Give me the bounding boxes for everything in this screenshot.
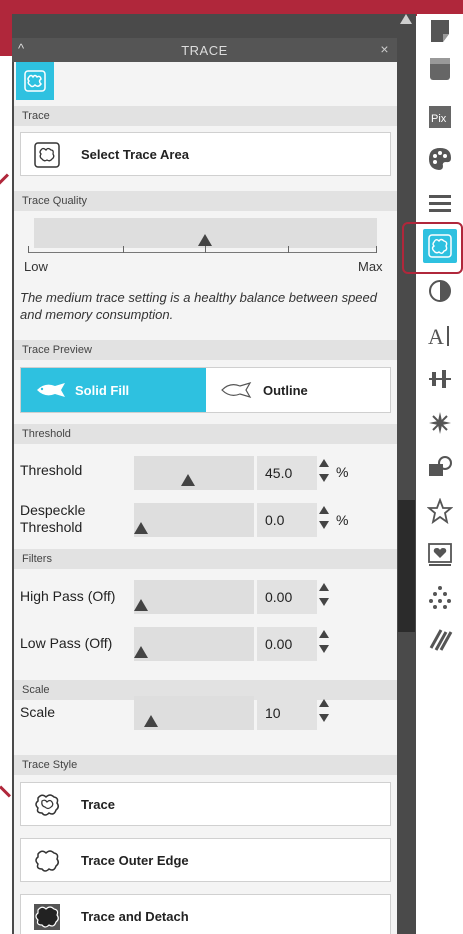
threshold-spinner[interactable] [319, 459, 331, 487]
lines-icon[interactable] [423, 186, 457, 220]
despeckle-input[interactable]: 0.0 [257, 503, 317, 537]
quality-slider-thumb[interactable] [198, 234, 212, 246]
ruler-tick [288, 246, 289, 253]
fish-filled-icon [37, 383, 65, 397]
trace-panel: ^ TRACE × Trace Select Trace Area Trace … [12, 14, 416, 934]
ruler-tick [123, 246, 124, 253]
shadow-icon[interactable] [423, 52, 457, 86]
low-pass-spinner[interactable] [319, 630, 331, 658]
preview-toggle: Solid Fill Outline [20, 367, 391, 413]
svg-text:Pix: Pix [431, 113, 447, 125]
trace-outer-edge-label: Trace Outer Edge [81, 853, 189, 868]
high-pass-slider-thumb[interactable] [134, 599, 148, 611]
scale-spinner[interactable] [319, 699, 331, 727]
fish-outline-icon [221, 382, 252, 398]
section-trace-quality: Trace Quality [14, 191, 397, 211]
scale-slider-thumb[interactable] [144, 715, 158, 727]
quality-low-label: Low [24, 259, 48, 274]
despeckle-slider-thumb[interactable] [134, 522, 148, 534]
dots-icon[interactable] [423, 580, 457, 614]
trace-style-label: Trace [81, 797, 115, 812]
threshold-unit: % [336, 464, 349, 480]
text-icon[interactable]: A [423, 318, 457, 352]
align-icon[interactable] [423, 362, 457, 396]
trace-style-button[interactable]: Trace [20, 782, 391, 826]
section-filters: Filters [14, 549, 397, 569]
ruler-tick [28, 246, 29, 253]
panel-title: TRACE [181, 43, 228, 58]
threshold-label: Threshold [20, 462, 83, 478]
high-pass-label: High Pass (Off) [20, 588, 116, 604]
contrast-icon[interactable] [423, 274, 457, 308]
trace-tab-icon[interactable] [16, 62, 54, 100]
despeckle-label: Despeckle Threshold [20, 502, 86, 535]
section-trace-style: Trace Style [14, 755, 397, 775]
section-trace-preview: Trace Preview [14, 340, 397, 360]
quality-ruler [28, 252, 377, 253]
trace-and-detach-icon [34, 904, 60, 930]
select-trace-area-label: Select Trace Area [81, 147, 189, 162]
trace-outer-edge-button[interactable]: Trace Outer Edge [20, 838, 391, 882]
svg-text:A: A [428, 324, 444, 348]
high-pass-spinner[interactable] [319, 583, 331, 611]
outline-label: Outline [263, 383, 308, 398]
transform-icon[interactable] [423, 450, 457, 484]
select-area-icon [34, 142, 60, 168]
low-pass-label: Low Pass (Off) [20, 635, 113, 651]
right-toolbar: Pix A [417, 14, 463, 934]
high-pass-slider-track[interactable] [134, 580, 254, 614]
scale-label: Scale [20, 704, 56, 720]
section-threshold: Threshold [14, 424, 397, 444]
page-icon[interactable] [423, 14, 457, 48]
frame-accent-left [0, 16, 12, 56]
solid-fill-button[interactable]: Solid Fill [21, 368, 206, 412]
trace-style-icon [35, 794, 60, 816]
ruler-tick [205, 246, 206, 253]
quality-description: The medium trace setting is a healthy ba… [20, 290, 377, 322]
trace-tool-highlight [402, 222, 463, 274]
scale-input[interactable]: 10 [257, 696, 317, 730]
threshold-input[interactable]: 45.0 [257, 456, 317, 490]
scrollbar[interactable] [397, 14, 416, 934]
star-icon[interactable] [423, 494, 457, 528]
pix-icon[interactable]: Pix [423, 100, 457, 134]
panel-top-strip [12, 14, 416, 38]
threshold-slider-thumb[interactable] [181, 474, 195, 486]
despeckle-slider-track[interactable] [134, 503, 254, 537]
palette-icon[interactable] [423, 142, 457, 176]
scroll-up-icon[interactable] [400, 14, 412, 24]
outline-button[interactable]: Outline [206, 368, 390, 412]
trace-and-detach-button[interactable]: Trace and Detach [20, 894, 391, 934]
despeckle-spinner[interactable] [319, 506, 331, 534]
trace-and-detach-label: Trace and Detach [81, 909, 189, 924]
close-icon[interactable]: × [380, 41, 389, 57]
knife-icon[interactable] [423, 622, 457, 656]
high-pass-input[interactable]: 0.00 [257, 580, 317, 614]
select-trace-area-button[interactable]: Select Trace Area [20, 132, 391, 176]
low-pass-input[interactable]: 0.00 [257, 627, 317, 661]
ruler-tick [376, 246, 377, 253]
section-trace: Trace [14, 106, 397, 126]
despeckle-unit: % [336, 512, 349, 528]
heart-icon[interactable] [423, 538, 457, 572]
solid-fill-label: Solid Fill [75, 383, 130, 398]
quality-max-label: Max [358, 259, 383, 274]
replicate-icon[interactable] [423, 406, 457, 440]
scroll-thumb[interactable] [398, 500, 415, 632]
trace-outer-edge-icon [35, 850, 60, 872]
panel-header: ^ TRACE × [12, 38, 397, 62]
low-pass-slider-track[interactable] [134, 627, 254, 661]
low-pass-slider-thumb[interactable] [134, 646, 148, 658]
panel-content: Trace Select Trace Area Trace Quality Lo… [14, 62, 397, 934]
